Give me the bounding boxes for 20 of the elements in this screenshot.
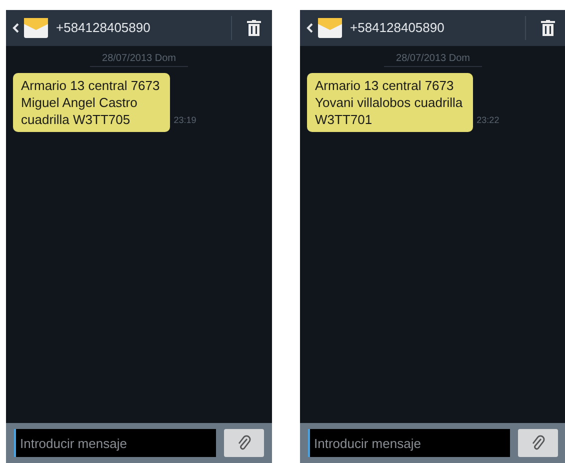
date-label: 28/07/2013 Dom [384,51,482,67]
contact-number: +584128405890 [350,19,446,38]
contact-number: +584128405890 [56,19,152,38]
paperclip-icon [237,435,252,451]
back-chevron-icon [306,23,312,33]
attach-button[interactable] [518,429,558,457]
trash-icon [247,20,261,36]
attach-button[interactable] [224,429,264,457]
message-input[interactable]: Introducir mensaje [14,429,216,457]
paperclip-icon [531,435,546,451]
date-label: 28/07/2013 Dom [90,51,188,67]
message-time: 23:19 [174,114,196,126]
message-time: 23:22 [476,114,500,126]
envelope-icon [24,18,48,38]
trash-icon [541,20,555,36]
message-input[interactable]: Introducir mensaje [308,429,510,457]
message-bubble: Armario 13 central 7673 Yovani villalobos cuadrilla W3TT701 [307,73,473,132]
message-bubble: Armario 13 central 7673 Miguel Angel Castro cuadrilla W3TT705 [13,73,170,132]
envelope-icon [318,18,342,38]
back-chevron-icon [12,23,18,33]
